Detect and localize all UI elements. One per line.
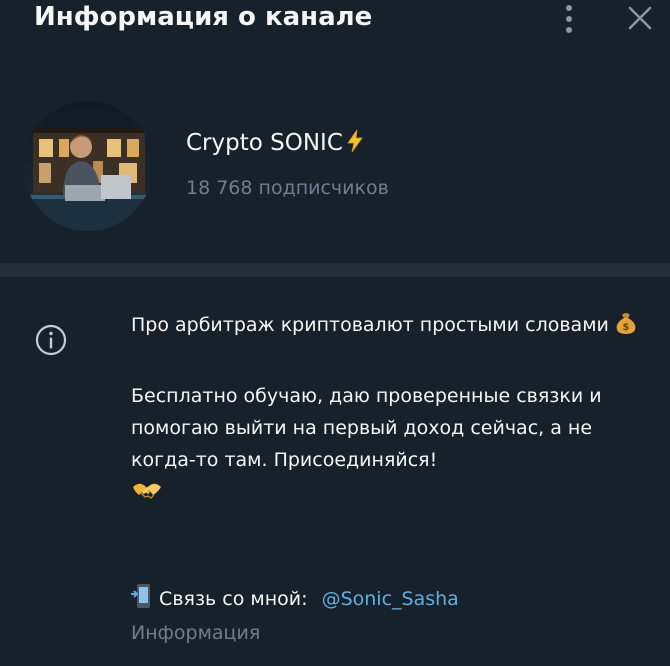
description-line-2: Бесплатно обучаю, даю проверенные связки… — [131, 385, 602, 471]
channel-description: Про арбитраж криптовалют простыми словам… — [131, 309, 651, 512]
contact-username-link[interactable]: @Sonic_Sasha — [322, 588, 459, 610]
handshake-icon — [131, 478, 163, 512]
description-line-1: Про арбитраж криптовалют простыми словам… — [131, 314, 609, 336]
channel-profile: Crypto SONIC 18 768 подписчиков — [0, 95, 670, 235]
description-caption: Информация — [131, 622, 261, 644]
description-paragraph: Бесплатно обучаю, даю проверенные связки… — [131, 380, 651, 512]
page-title: Информация о канале — [34, 2, 373, 32]
close-icon[interactable] — [625, 3, 655, 33]
info-icon — [34, 323, 68, 357]
description-paragraph: Про арбитраж криптовалют простыми словам… — [131, 309, 651, 345]
money-bag-icon: $ — [615, 311, 637, 345]
header: Информация о канале — [0, 0, 670, 40]
contact-line: Связь со мной: @Sonic_Sasha — [131, 583, 459, 614]
channel-name-text: Crypto SONIC — [186, 130, 343, 156]
subscriber-count: 18 768 подписчиков — [186, 177, 389, 199]
section-divider — [0, 263, 670, 277]
lightning-icon — [346, 129, 364, 159]
phone-icon — [131, 583, 153, 614]
svg-text:$: $ — [622, 322, 629, 333]
channel-name: Crypto SONIC — [186, 129, 364, 159]
kebab-menu-icon[interactable] — [556, 2, 582, 36]
contact-label: Связь со мной: — [159, 588, 308, 610]
avatar[interactable] — [23, 101, 153, 231]
